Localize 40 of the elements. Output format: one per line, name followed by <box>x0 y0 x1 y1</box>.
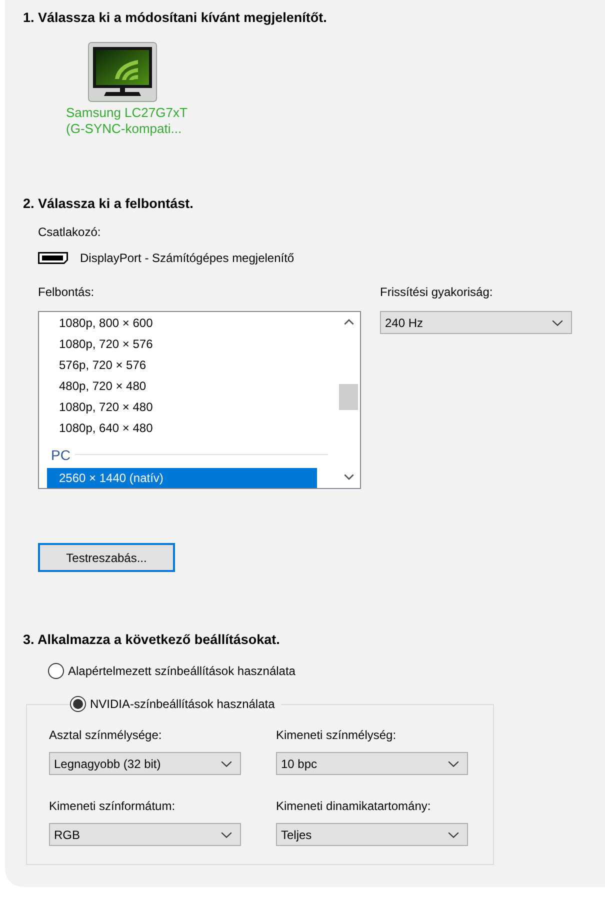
dropdown[interactable]: Legnagyobb (32 bit) <box>49 752 241 775</box>
list-item[interactable]: 1080p, 720 × 576 <box>47 334 317 355</box>
dropdown[interactable]: RGB <box>49 823 241 846</box>
field-label: Kimeneti színformátum: <box>49 798 176 814</box>
customize-button[interactable]: Testreszabás... <box>38 543 175 572</box>
chevron-down-icon <box>448 832 459 838</box>
refresh-rate-dropdown[interactable]: 240 Hz <box>380 311 572 334</box>
list-item[interactable]: 1080p, 720 × 480 <box>47 397 317 418</box>
chevron-down-icon <box>221 832 232 838</box>
port-icon <box>38 252 68 264</box>
list-item[interactable]: 1080p, 800 × 600 <box>47 313 317 334</box>
resolution-label: Felbontás: <box>38 284 94 300</box>
group-header: PC <box>47 439 328 468</box>
list-item[interactable]: 576p, 720 × 576 <box>47 355 317 376</box>
dropdown[interactable]: Teljes <box>276 823 468 846</box>
chevron-down-icon <box>221 760 232 766</box>
resolution-list[interactable]: 1080p, 800 × 600 1080p, 720 × 576 576p, 720 × 576 480p, 720 × 480 1080p, 720 × 480 1080p, 640 × 480 PC 2560 × 1440 (natív) <box>38 311 361 489</box>
dropdown[interactable]: 10 bpc <box>276 752 468 775</box>
radio-label[interactable]: Alapértelmezett színbeállítások használata <box>68 663 296 679</box>
radio-button[interactable] <box>70 696 86 712</box>
monitor-icon[interactable] <box>88 42 157 102</box>
connector-name: DisplayPort - Számítógépes megjelenítő <box>80 250 294 266</box>
radio-label[interactable]: NVIDIA-színbeállítások használata <box>90 696 275 712</box>
scrollbar-thumb[interactable] <box>339 384 358 410</box>
chevron-down-icon[interactable] <box>344 474 354 480</box>
list-item[interactable]: 2560 × 1440 (natív) <box>47 468 317 488</box>
field-label: Asztal színmélysége: <box>49 727 162 743</box>
radio-button[interactable] <box>48 663 64 679</box>
field-label: Kimeneti színmélység: <box>276 727 396 743</box>
list-item[interactable]: 480p, 720 × 480 <box>47 376 317 397</box>
refresh-rate-label: Frissítési gyakoriság: <box>380 284 493 300</box>
field-label: Kimeneti dinamikatartomány: <box>276 798 431 814</box>
section-heading: 2. Válassza ki a felbontást. <box>23 196 194 212</box>
section-heading: 1. Válassza ki a módosítani kívánt megjelenítőt. <box>23 10 327 26</box>
connector-label: Csatlakozó: <box>38 224 101 240</box>
list-item[interactable]: 1080p, 640 × 480 <box>47 418 317 439</box>
chevron-up-icon[interactable] <box>344 319 354 325</box>
section-heading: 3. Alkalmazza a következő beállításokat. <box>23 632 280 648</box>
chevron-down-icon <box>448 760 459 766</box>
chevron-down-icon <box>552 320 563 326</box>
